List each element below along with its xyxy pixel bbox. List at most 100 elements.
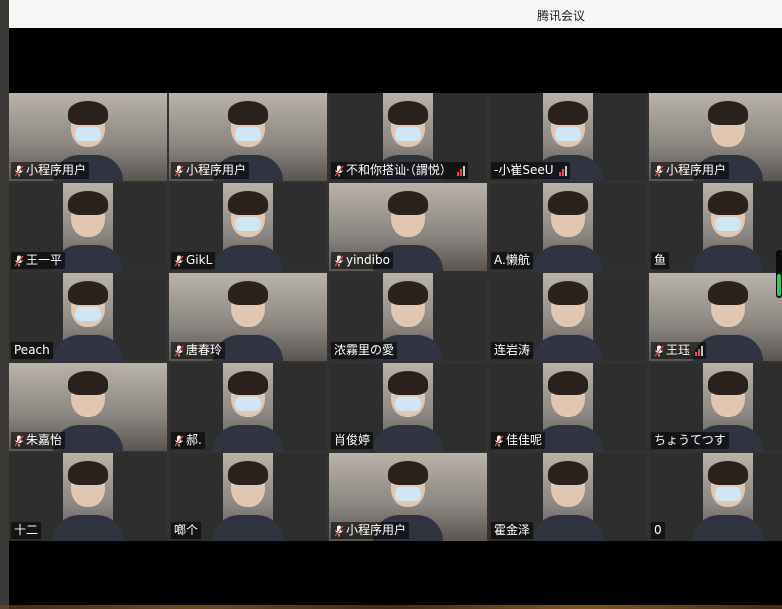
participant-tile[interactable]: 肖俊婷 [329,363,487,451]
participant-name: 小程序用户 [666,163,727,177]
participant-tile[interactable]: 小程序用户 [9,93,167,181]
participant-tile[interactable]: yindibo [329,183,487,271]
participant-hair [68,191,108,215]
signal-strength-icon [456,165,465,176]
participant-name: 郝. [186,433,202,447]
participant-body [533,245,603,271]
participant-name: 肖俊婷 [334,433,371,447]
microphone-icon [334,255,344,266]
participant-name-label: 小程序用户 [171,162,250,179]
participant-name: 0 [654,523,662,537]
participant-name: yindibo [346,253,390,267]
participant-body [533,515,603,541]
participant-tile[interactable]: 鱼 [649,183,782,271]
participant-hair [228,281,268,305]
video-feed [53,273,123,361]
volume-level-fill [777,274,781,296]
signal-strength-icon [558,165,567,176]
participant-hair [68,461,108,485]
participant-name-label: A.懒航 [491,252,533,269]
participant-name: 啷个 [174,523,199,537]
participant-tile[interactable]: 十二 [9,453,167,541]
participant-body [533,335,603,361]
participant-name: 朱嘉怡 [26,433,63,447]
participant-tile[interactable]: 唐春玲 [169,273,327,361]
video-gallery: 小程序用户 小程序用户 不和你搭讪·（謂悦） -小崔SeeU 小程序用户 王一平 GikL y… [9,93,782,541]
participant-name-label: 连岩涛 [491,342,534,359]
participant-name: 小程序用户 [186,163,247,177]
video-feed [533,183,603,271]
participant-tile[interactable]: 佳佳呢 [489,363,647,451]
video-feed [533,363,603,451]
top-letterbox [9,28,782,93]
participant-body [213,515,283,541]
participant-tile[interactable]: 小程序用户 [649,93,782,181]
participant-body [53,335,123,361]
participant-name-label: 十二 [11,522,42,539]
face-mask [395,397,421,411]
video-feed [213,183,283,271]
face-mask [235,217,261,231]
video-feed [693,453,763,541]
face-mask [555,127,581,141]
title-bar[interactable]: 腾讯会议 [9,0,782,29]
participant-name: 不和你搭讪·（謂悦） [346,163,452,177]
participant-tile[interactable]: A.懒航 [489,183,647,271]
participant-tile[interactable]: 啷个 [169,453,327,541]
participant-tile[interactable]: GikL [169,183,327,271]
participant-hair [388,281,428,305]
video-feed [53,183,123,271]
participant-name: 王珏 [666,343,691,357]
participant-name: 唐春玲 [186,343,223,357]
participant-hair [68,101,108,125]
face-mask [75,307,101,321]
participant-name-label: 肖俊婷 [331,432,374,449]
participant-hair [548,461,588,485]
participant-tile[interactable]: -小崔SeeU [489,93,647,181]
participant-name-label: -小崔SeeU [491,162,570,179]
microphone-icon [174,435,184,446]
participant-tile[interactable]: 浓霧里の愛 [329,273,487,361]
volume-indicator [776,250,782,298]
participant-tile[interactable]: 朱嘉怡 [9,363,167,451]
participant-tile[interactable]: 连岩涛 [489,273,647,361]
participant-body [213,425,283,451]
participant-tile[interactable]: 霍金泽 [489,453,647,541]
participant-name-label: ちょうてつす [651,432,729,449]
participant-name-label: 王珏 [651,342,707,359]
microphone-icon [174,255,184,266]
participant-hair [708,281,748,305]
participant-tile[interactable]: 小程序用户 [169,93,327,181]
participant-hair [708,461,748,485]
participant-hair [708,191,748,215]
video-feed [533,453,603,541]
participant-tile[interactable]: 小程序用户 [329,453,487,541]
participant-hair [68,281,108,305]
participant-name: 鱼 [654,253,667,267]
participant-tile[interactable]: 王一平 [9,183,167,271]
participant-name: 小程序用户 [26,163,87,177]
participant-tile[interactable]: 王珏 [649,273,782,361]
participant-body [213,245,283,271]
participant-tile[interactable]: Peach [9,273,167,361]
participant-name-label: 唐春玲 [171,342,226,359]
participant-tile[interactable]: ちょうてつす [649,363,782,451]
participant-name-label: 不和你搭讪·（謂悦） [331,162,468,179]
face-mask [395,127,421,141]
participant-name-label: 霍金泽 [491,522,534,539]
microphone-icon [14,435,24,446]
participant-name: 浓霧里の愛 [334,343,395,357]
participant-name-label: 郝. [171,432,205,449]
participant-name: 王一平 [26,253,63,267]
participant-tile[interactable]: 0 [649,453,782,541]
bottom-letterbox [9,541,782,609]
participant-hair [228,101,268,125]
participant-tile[interactable]: 不和你搭讪·（謂悦） [329,93,487,181]
participant-name-label: 王一平 [11,252,66,269]
signal-strength-icon [695,345,704,356]
participant-name-label: 小程序用户 [331,522,410,539]
participant-tile[interactable]: 郝. [169,363,327,451]
participant-name-label: 朱嘉怡 [11,432,66,449]
meeting-window: 腾讯会议 小程序用户 小程序用户 不和你搭讪·（謂悦） -小崔SeeU 小程序用户 王一平… [9,0,782,609]
face-mask [715,487,741,501]
